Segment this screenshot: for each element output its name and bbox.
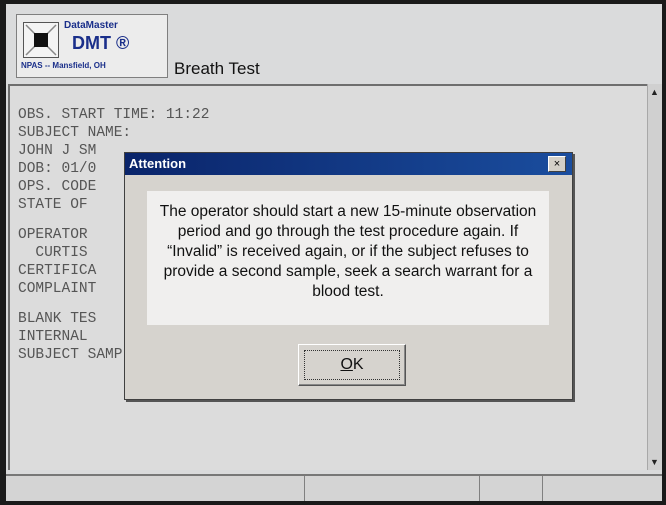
page-title: Breath Test (174, 59, 260, 78)
dialog-titlebar[interactable]: Attention × (125, 153, 572, 175)
close-button[interactable]: × (548, 156, 566, 172)
breath-test-screen: DataMaster DMT ® NPAS -- Mansfield, OH B… (6, 4, 662, 501)
report-line: OBS. START TIME: 11:22 (18, 107, 210, 123)
scroll-down-icon[interactable]: ▼ (650, 457, 659, 467)
ok-button-label: OK (304, 350, 400, 380)
ok-button[interactable]: OK (298, 344, 406, 386)
header: DataMaster DMT ® NPAS -- Mansfield, OH B… (6, 4, 662, 84)
dialog-title: Attention (129, 156, 187, 171)
datamaster-logo: DataMaster DMT ® NPAS -- Mansfield, OH (16, 14, 168, 78)
status-cell (305, 476, 480, 501)
attention-dialog: Attention × The operator should start a … (124, 152, 573, 400)
logo-mark-icon (23, 22, 59, 58)
dialog-message: The operator should start a new 15-minut… (159, 203, 537, 300)
status-cell (6, 476, 305, 501)
report-line: SUBJECT NAME: (18, 125, 132, 141)
dialog-message-box: The operator should start a new 15-minut… (147, 191, 549, 325)
close-icon: × (553, 158, 561, 170)
vertical-scrollbar[interactable]: ▲ ▼ (647, 84, 662, 470)
logo-subtitle: NPAS -- Mansfield, OH (21, 61, 106, 70)
status-cell (480, 476, 543, 501)
scroll-up-icon[interactable]: ▲ (650, 87, 659, 97)
status-bar (6, 474, 662, 501)
logo-brand: DataMaster (64, 20, 118, 31)
logo-model: DMT ® (72, 33, 130, 53)
